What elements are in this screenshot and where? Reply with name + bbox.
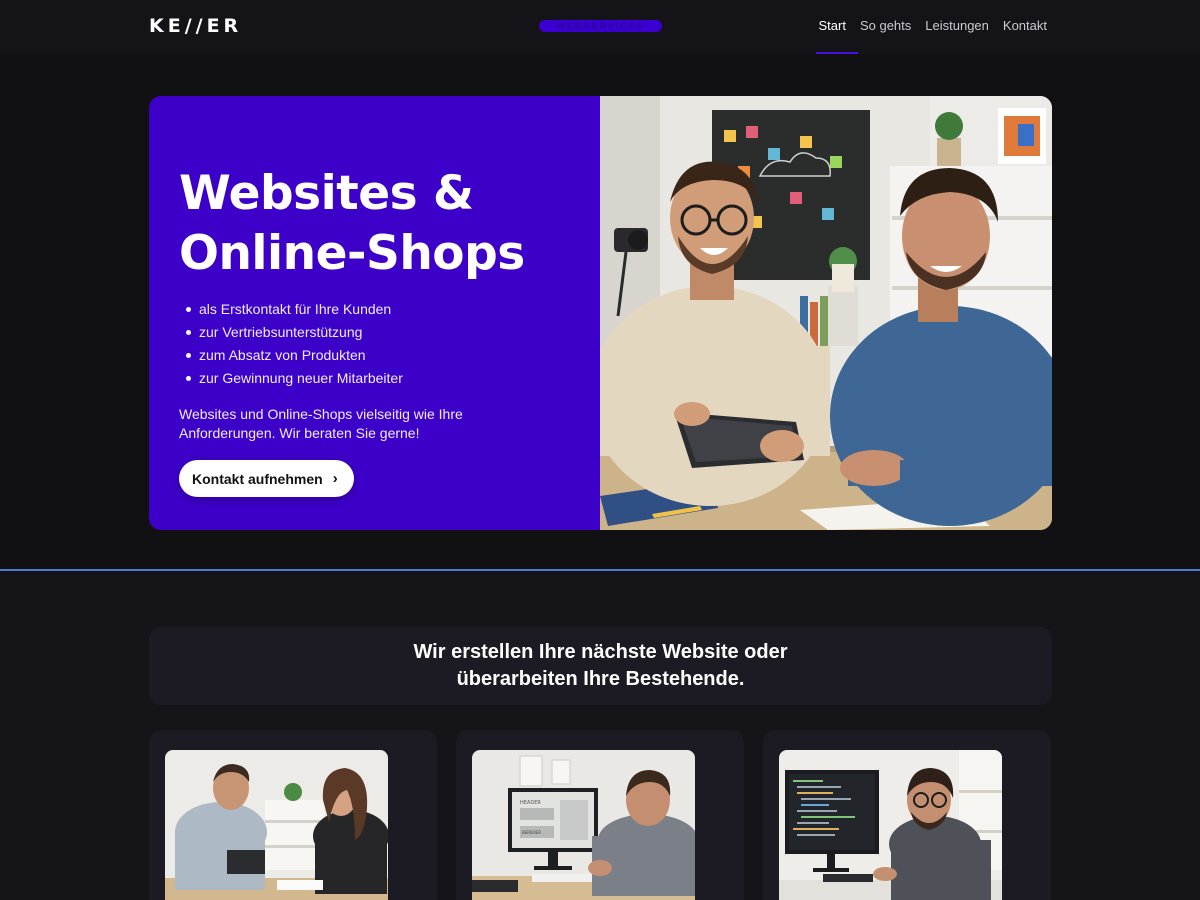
nav-link-so-gehts[interactable]: So gehts bbox=[860, 18, 911, 54]
hero-description-line2: Anforderungen. Wir beraten Sie gerne! bbox=[179, 425, 420, 441]
hero-bullet-list: als Erstkontakt für Ihre Kunden zur Vert… bbox=[179, 298, 600, 390]
tag-pill: WEBSERVICES bbox=[539, 20, 662, 32]
service-card-web-design[interactable]: HEADER BERBOER bbox=[456, 730, 744, 900]
screen-header-text: HEADER bbox=[520, 800, 541, 806]
hero-title: Websites & Online-Shops bbox=[179, 164, 600, 284]
screen-button-text: BERBOER bbox=[522, 830, 541, 835]
nav-link-leistungen[interactable]: Leistungen bbox=[925, 18, 989, 54]
hero-bullet: zum Absatz von Produkten bbox=[179, 344, 600, 367]
hero-content: Websites & Online-Shops als Erstkontakt … bbox=[149, 96, 600, 530]
contact-button-label: Kontakt aufnehmen bbox=[192, 470, 323, 487]
service-card-coding[interactable] bbox=[763, 730, 1051, 900]
intro-box: Wir erstellen Ihre nächste Website oder … bbox=[149, 627, 1052, 705]
intro-heading-line1: Wir erstellen Ihre nächste Website oder bbox=[413, 641, 788, 663]
hero-bullet: zur Gewinnung neuer Mitarbeiter bbox=[179, 367, 600, 390]
active-nav-indicator bbox=[816, 52, 858, 54]
service-card-consultation[interactable] bbox=[149, 730, 437, 900]
hero-bullet: zur Vertriebsunterstützung bbox=[179, 321, 600, 344]
consultation-photo bbox=[165, 750, 388, 900]
hero-section: Websites & Online-Shops als Erstkontakt … bbox=[149, 96, 1052, 530]
site-logo[interactable]: KE//ER bbox=[149, 15, 242, 37]
web-design-photo: HEADER BERBOER bbox=[472, 750, 695, 900]
hero-photo bbox=[600, 96, 1052, 530]
chevron-right-icon: › bbox=[332, 470, 338, 487]
intro-heading-line2: überarbeiten Ihre Bestehende. bbox=[456, 668, 745, 690]
contact-button[interactable]: Kontakt aufnehmen › bbox=[179, 460, 354, 497]
hero-description: Websites und Online-Shops vielseitig wie… bbox=[179, 405, 509, 443]
hero-description-line1: Websites und Online-Shops vielseitig wie… bbox=[179, 406, 463, 422]
nav-links: Start So gehts Leistungen Kontakt bbox=[818, 18, 1047, 54]
intro-heading: Wir erstellen Ihre nächste Website oder … bbox=[391, 639, 811, 693]
navbar: KE//ER WEBSERVICES Start So gehts Leistu… bbox=[0, 0, 1200, 54]
nav-link-kontakt[interactable]: Kontakt bbox=[1003, 18, 1047, 54]
nav-link-start[interactable]: Start bbox=[818, 18, 845, 54]
coding-photo bbox=[779, 750, 1002, 900]
hero-title-line1: Websites & bbox=[179, 166, 474, 221]
hero-title-line2: Online-Shops bbox=[179, 226, 525, 281]
hero-bullet: als Erstkontakt für Ihre Kunden bbox=[179, 298, 600, 321]
